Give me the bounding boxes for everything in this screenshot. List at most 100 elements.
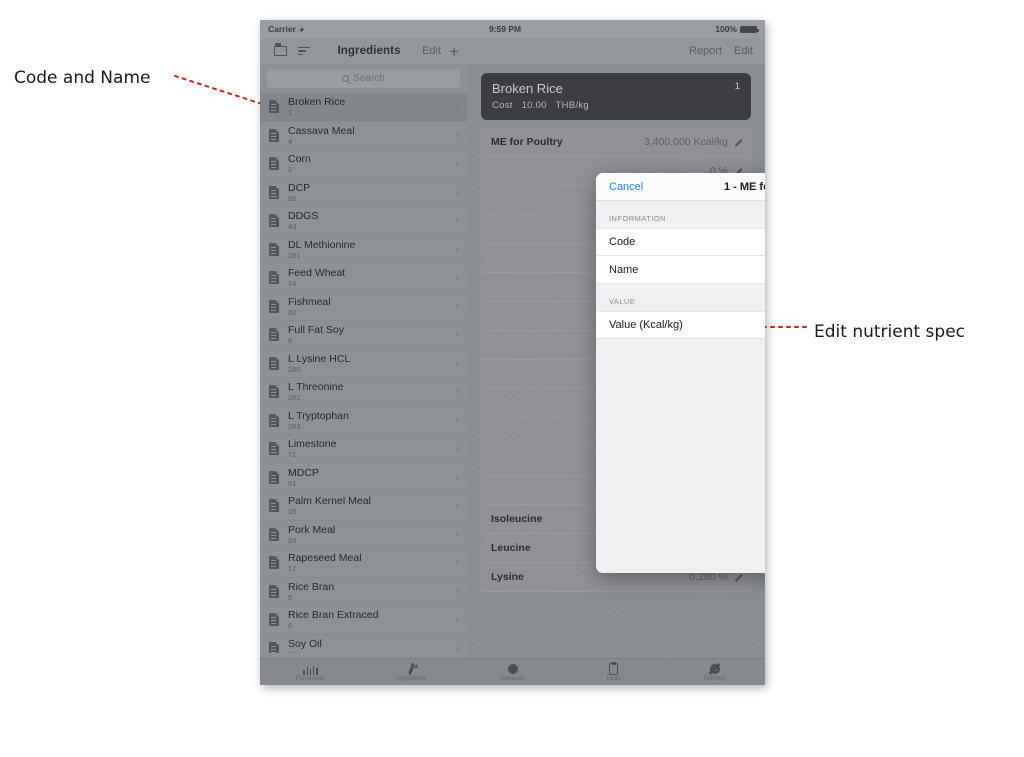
document-icon — [269, 356, 279, 370]
list-item[interactable]: Feed Wheat 14 › — [260, 264, 467, 293]
document-icon — [269, 442, 279, 456]
chevron-right-icon: › — [455, 386, 459, 398]
list-item[interactable]: Palm Kernel Meal 15 › — [260, 492, 467, 521]
pencil-icon[interactable] — [733, 573, 742, 582]
ingredient-cost: Cost 10.00 THB/kg — [492, 100, 740, 111]
ingredient-name: Rice Bran — [288, 580, 335, 593]
detail-edit-button[interactable]: Edit — [734, 45, 753, 57]
tab-label: Totals — [605, 676, 622, 682]
list-item[interactable]: DL Methionine 281 › — [260, 236, 467, 264]
ingredient-name: Fishmeal — [288, 295, 331, 308]
list-item[interactable]: L Lysine HCL 280 › — [260, 350, 467, 378]
document-icon — [269, 613, 279, 627]
document-icon — [269, 641, 279, 653]
ingredient-name: Cassava Meal — [288, 124, 355, 137]
ingredient-code: 20 — [288, 307, 297, 317]
ingredient-name: Rapeseed Meal — [288, 552, 362, 565]
list-item[interactable]: Corn 2 › — [260, 150, 467, 179]
list-item[interactable]: Limestone 71 › — [260, 435, 467, 464]
bar-chart-icon — [303, 662, 318, 675]
list-item[interactable]: Rice Bran Extraced 6 › — [260, 606, 467, 635]
ingredient-code: 280 — [288, 364, 301, 374]
folder-icon[interactable] — [268, 43, 292, 56]
battery-percent-label: 100% — [715, 24, 737, 34]
nutrient-value: 3,400.000 Kcal/kg — [643, 136, 728, 149]
ingredient-code: 43 — [288, 222, 297, 232]
code-field-label: Code — [609, 236, 636, 248]
tab-formulator[interactable]: Formulator — [260, 662, 361, 682]
tab-totals[interactable]: Totals — [563, 661, 664, 682]
ingredient-name: DDGS — [288, 210, 319, 223]
chevron-right-icon: › — [455, 585, 459, 597]
ingredient-code: 14 — [288, 279, 297, 289]
value-section-header: VALUE — [609, 297, 636, 306]
report-button[interactable]: Report — [689, 45, 722, 57]
list-item[interactable]: Cassava Meal 4 › — [260, 122, 467, 150]
pencil-icon[interactable] — [733, 138, 742, 147]
list-item[interactable]: DCP 65 › — [260, 179, 467, 207]
ingredient-title: Broken Rice — [492, 81, 563, 96]
ingredient-code: 281 — [288, 250, 301, 260]
carrier-label: Carrier — [268, 24, 296, 34]
tab-label: Ingredients — [396, 676, 427, 682]
ingredient-name: Pork Meal — [288, 523, 336, 536]
document-icon — [269, 470, 279, 484]
information-fields: Code 1 Name ME for Poultry — [596, 228, 765, 284]
cancel-button[interactable]: Cancel — [609, 181, 643, 193]
document-icon — [269, 385, 279, 399]
ingredient-code: 17 — [288, 564, 297, 574]
edit-nutrient-modal: Cancel 1 - ME for Poultry Done INFORMATI… — [596, 173, 765, 573]
chevron-right-icon: › — [455, 357, 459, 369]
tab-ingredients[interactable]: Ingredients — [361, 662, 462, 682]
nutrient-name: Leucine — [491, 542, 531, 555]
ingredient-code: 4 — [288, 136, 293, 146]
ingredient-list[interactable]: Broken Rice 1 › Cassava Meal 4 › Corn 2 › DCP 65 › D… — [260, 93, 467, 653]
sidebar-edit-button[interactable]: Edit — [422, 45, 441, 57]
ingredient-name: DCP — [288, 181, 311, 194]
document-icon — [269, 556, 279, 570]
value-field-label: Value (Kcal/kg) — [609, 319, 683, 331]
ingredient-code: 15 — [288, 507, 297, 517]
ingredient-name: Broken Rice — [288, 96, 346, 109]
nutrient-row[interactable]: ME for Poultry 3,400.000 Kcal/kg — [481, 128, 751, 158]
chevron-right-icon: › — [455, 443, 459, 455]
list-item[interactable]: Broken Rice 1 › — [260, 93, 467, 122]
chevron-right-icon: › — [455, 557, 459, 569]
ingredient-name: Full Fat Soy — [288, 324, 345, 337]
tab-settings[interactable]: Settings — [664, 662, 765, 682]
nutrient-value: 0.280 % — [689, 571, 728, 584]
list-item[interactable]: MDCP 61 › — [260, 464, 467, 492]
sort-icon[interactable] — [292, 46, 316, 56]
chevron-right-icon: › — [455, 642, 459, 653]
name-field-label: Name — [609, 263, 639, 276]
list-item[interactable]: DDGS 43 › — [260, 207, 467, 236]
list-item[interactable]: Rice Bran 5 › — [260, 578, 467, 606]
list-item[interactable]: L Threonine 282 › — [260, 378, 467, 407]
search-placeholder: Search — [353, 73, 385, 84]
list-item[interactable]: L Tryptophan 283 › — [260, 407, 467, 435]
search-input[interactable]: Search — [267, 69, 460, 88]
bottom-tab-bar[interactable]: Formulator Ingredients Nutrients Totals Sett… — [260, 658, 765, 685]
tab-nutrients[interactable]: Nutrients — [462, 662, 563, 682]
tab-label: Settings — [703, 676, 726, 682]
chevron-right-icon: › — [455, 329, 459, 341]
code-field-row[interactable]: Code 1 — [596, 228, 765, 256]
add-ingredient-button[interactable]: + — [449, 43, 459, 60]
list-item[interactable]: Fishmeal 20 › — [260, 293, 467, 321]
sidebar-title: Ingredients — [337, 45, 401, 57]
chevron-right-icon: › — [455, 300, 459, 312]
modal-header: Cancel 1 - ME for Poultry Done — [596, 173, 765, 201]
list-item[interactable]: Pork Meal 24 › — [260, 521, 467, 549]
value-field-row[interactable]: Value (Kcal/kg) 3,400 — [596, 311, 765, 339]
chevron-right-icon: › — [455, 471, 459, 483]
ingredient-name: L Tryptophan — [288, 409, 349, 422]
list-item[interactable]: Soy Oil11› — [260, 635, 467, 653]
document-icon — [269, 214, 279, 228]
list-item[interactable]: Rapeseed Meal 17 › — [260, 549, 467, 578]
list-item[interactable]: Full Fat Soy 8 › — [260, 321, 467, 350]
ingredient-name: L Threonine — [288, 381, 344, 394]
name-field-row[interactable]: Name ME for Poultry — [596, 256, 765, 284]
ingredient-code: 8 — [288, 336, 293, 346]
cost-label: Cost — [492, 100, 513, 112]
ingredient-code: 1 — [288, 108, 293, 118]
